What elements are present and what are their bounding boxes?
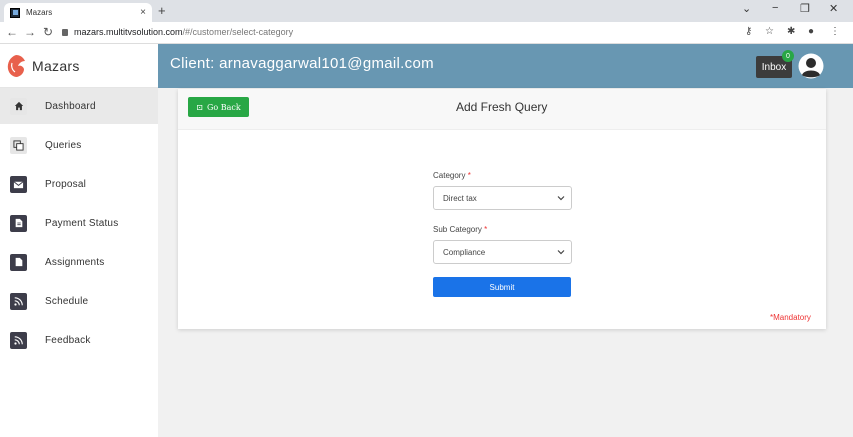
- new-tab-button[interactable]: +: [158, 3, 166, 18]
- go-back-button[interactable]: ⊡ Go Back: [188, 97, 249, 117]
- sidebar: Dashboard Queries Proposal Payment Statu…: [0, 88, 158, 437]
- file-icon: [10, 253, 27, 271]
- subcategory-value: Compliance: [443, 247, 486, 257]
- file-icon: [10, 214, 27, 232]
- profile-icon[interactable]: ●: [808, 26, 814, 37]
- tab-close-button[interactable]: ×: [140, 7, 146, 18]
- url-host: mazars.multitvsolution.com: [74, 27, 183, 37]
- mandatory-note: *Mandatory: [770, 313, 811, 322]
- sidebar-item-schedule[interactable]: Schedule: [0, 283, 158, 319]
- chevron-down-icon: [557, 250, 565, 255]
- browser-tab-bar: Mazars × + ⌄ − ❐ ✕: [0, 0, 853, 22]
- page-title: Add Fresh Query: [456, 100, 548, 114]
- client-email: Client: arnavaggarwal101@gmail.com: [170, 55, 434, 72]
- mazars-logo-icon: [6, 54, 26, 78]
- required-mark: *: [484, 225, 488, 234]
- rss-icon: [10, 292, 27, 310]
- back-arrow-icon[interactable]: ←: [6, 25, 18, 39]
- reload-icon[interactable]: ↻: [43, 25, 53, 39]
- tab-title: Mazars: [26, 8, 53, 17]
- restore-button[interactable]: ❐: [800, 2, 810, 15]
- sidebar-item-label: Payment Status: [45, 217, 119, 229]
- user-avatar-icon[interactable]: [798, 53, 824, 79]
- card-header: ⊡ Go Back Add Fresh Query: [178, 89, 826, 130]
- mail-icon: [10, 175, 27, 193]
- sidebar-item-label: Schedule: [45, 295, 89, 307]
- tab-search-button[interactable]: ⌄: [742, 2, 751, 15]
- category-label-text: Category: [433, 171, 466, 180]
- sidebar-item-payment-status[interactable]: Payment Status: [0, 205, 158, 241]
- sidebar-item-label: Feedback: [45, 334, 91, 346]
- browser-tab[interactable]: Mazars ×: [4, 3, 152, 22]
- top-bar: Client: arnavaggarwal101@gmail.com Inbox…: [158, 44, 853, 88]
- brand[interactable]: Mazars: [0, 44, 158, 88]
- url-path: /#/customer/select-category: [182, 27, 294, 37]
- close-window-button[interactable]: ✕: [829, 2, 838, 15]
- category-value: Direct tax: [443, 193, 477, 203]
- extensions-icon[interactable]: ✱: [787, 26, 795, 37]
- favicon-icon: [10, 7, 20, 18]
- address-bar: ← → ↻ mazars.multitvsolution.com/#/custo…: [0, 22, 853, 44]
- subcategory-select[interactable]: Compliance: [433, 240, 572, 264]
- subcategory-label-text: Sub Category: [433, 225, 482, 234]
- required-mark: *: [467, 171, 471, 180]
- rss-icon: [10, 331, 27, 349]
- sidebar-item-label: Dashboard: [45, 100, 96, 112]
- lock-icon: [62, 29, 68, 36]
- app-header: Mazars Client: arnavaggarwal101@gmail.co…: [0, 44, 853, 88]
- star-icon[interactable]: ☆: [765, 26, 774, 37]
- sidebar-item-assignments[interactable]: Assignments: [0, 244, 158, 280]
- back-icon: ⊡: [196, 102, 203, 112]
- sidebar-item-label: Assignments: [45, 256, 105, 268]
- category-label: Category *: [433, 171, 471, 180]
- sidebar-item-dashboard[interactable]: Dashboard: [0, 88, 158, 124]
- submit-button[interactable]: Submit: [433, 277, 571, 297]
- subcategory-label: Sub Category *: [433, 225, 487, 234]
- sidebar-item-proposal[interactable]: Proposal: [0, 166, 158, 202]
- go-back-label: Go Back: [206, 102, 241, 112]
- sidebar-item-label: Queries: [45, 139, 82, 151]
- minimize-button[interactable]: −: [772, 2, 778, 14]
- menu-dots-icon[interactable]: ⋮: [830, 26, 840, 37]
- sidebar-item-queries[interactable]: Queries: [0, 127, 158, 163]
- url-field[interactable]: mazars.multitvsolution.com/#/customer/se…: [74, 27, 293, 37]
- brand-name: Mazars: [32, 57, 80, 74]
- home-icon: [10, 97, 27, 115]
- forward-arrow-icon[interactable]: →: [24, 25, 36, 39]
- sidebar-item-feedback[interactable]: Feedback: [0, 322, 158, 358]
- key-icon[interactable]: ⚷: [745, 26, 752, 37]
- category-select[interactable]: Direct tax: [433, 186, 572, 210]
- copy-icon: [10, 136, 27, 154]
- sidebar-item-label: Proposal: [45, 178, 87, 190]
- query-form-card: ⊡ Go Back Add Fresh Query Category * Dir…: [178, 89, 826, 329]
- chevron-down-icon: [557, 196, 565, 201]
- inbox-count-badge: 0: [782, 50, 794, 62]
